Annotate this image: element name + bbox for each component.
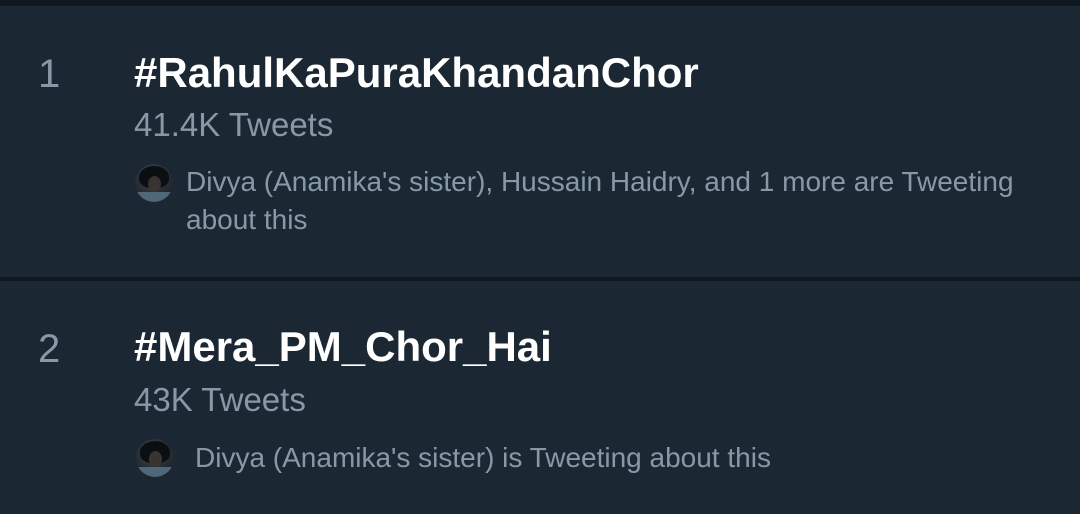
trend-rank: 1 bbox=[38, 52, 61, 96]
trend-item[interactable]: 2 #Mera_PM_Chor_Hai 43K Tweets Divya (An… bbox=[0, 281, 1080, 514]
trend-context-text: Divya (Anamika's sister) is Tweeting abo… bbox=[195, 442, 771, 473]
trend-tweet-count: 41.4K Tweets bbox=[134, 106, 334, 143]
trend-tweet-count: 43K Tweets bbox=[134, 381, 306, 418]
trend-hashtag[interactable]: #RahulKaPuraKhandanChor bbox=[134, 52, 699, 94]
trend-item[interactable]: 1 #RahulKaPuraKhandanChor 41.4K Tweets D… bbox=[0, 6, 1080, 277]
trend-context-text: Divya (Anamika's sister), Hussain Haidry… bbox=[186, 166, 1014, 235]
user-avatar-icon[interactable] bbox=[136, 439, 174, 477]
trend-rank: 2 bbox=[38, 327, 61, 371]
trend-hashtag[interactable]: #Mera_PM_Chor_Hai bbox=[134, 326, 552, 368]
user-avatar-icon[interactable] bbox=[135, 164, 173, 202]
